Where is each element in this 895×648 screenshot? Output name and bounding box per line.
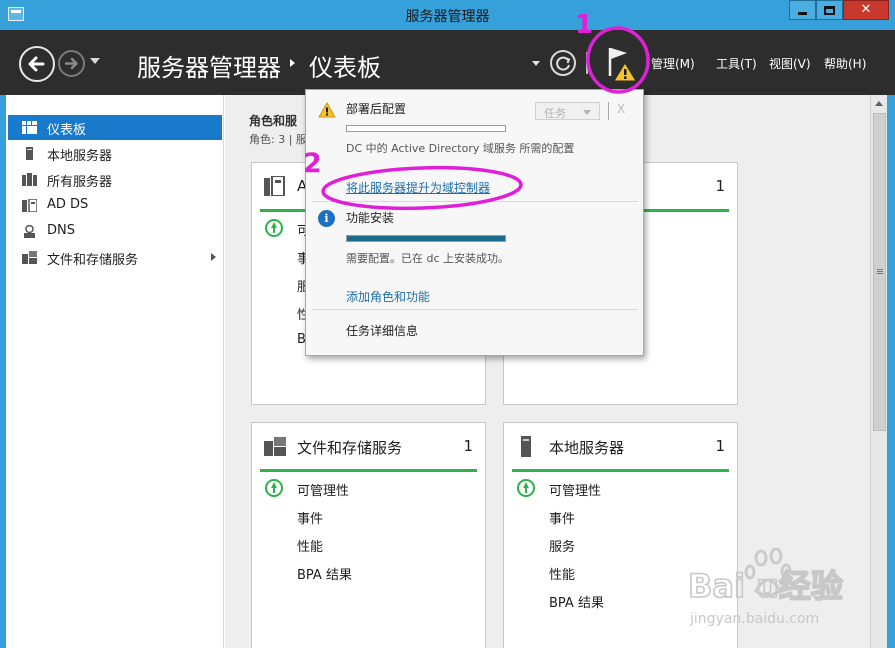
annotation-circle-flag [586, 26, 650, 94]
baidu-paw-logo: Bai u经验 jingyan.baidu.com [687, 547, 844, 627]
annotation-circle-link [321, 165, 523, 211]
annotation-marker-1: 1 [575, 10, 593, 40]
watermark-brand: Bai u经验 [688, 567, 843, 605]
annotation-marker-2: 2 [303, 148, 322, 179]
watermark-url: jingyan.baidu.com [689, 611, 819, 627]
baidu-watermark: Bai u经验 jingyan.baidu.com [687, 545, 868, 635]
